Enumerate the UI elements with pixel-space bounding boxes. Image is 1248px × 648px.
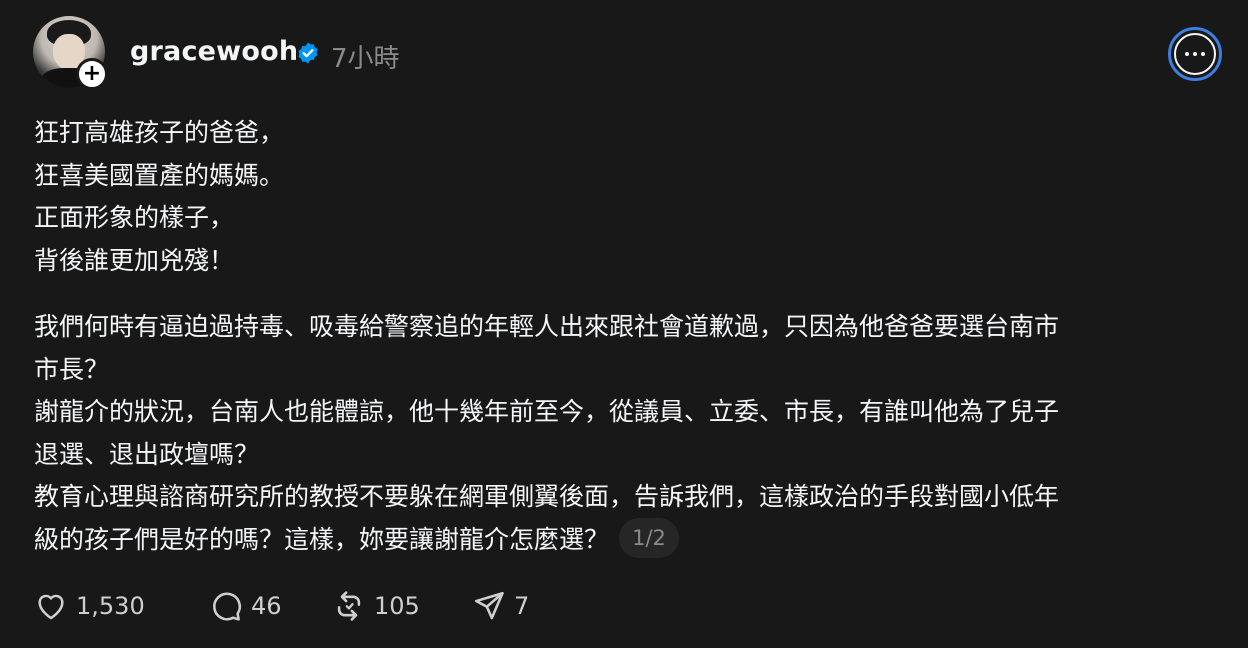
username[interactable]: gracewooh (130, 36, 298, 67)
post-line: 謝龍介的狀況，台南人也能體諒，他十幾年前至今，從議員、立委、市長，有誰叫他為了兒… (34, 397, 1060, 426)
post-line: 狂打高雄孩子的爸爸， (34, 118, 285, 147)
post-line: 教育心理與諮商研究所的教授不要躲在網軍側翼後面，告訴我們，這樣政治的手段對國小低… (34, 482, 1060, 511)
post-line: 級的孩子們是好的嗎？這樣，妳要讓謝龍介怎麼選？ (34, 524, 610, 554)
post-body: 狂打高雄孩子的爸爸， 狂喜美國置產的媽媽。 正面形象的樣子， 背後誰更加兇殘！ … (34, 112, 1224, 561)
share-count: 7 (514, 592, 530, 620)
post-line: 退選、退出政壇嗎？ (34, 439, 260, 469)
heart-icon (38, 594, 64, 620)
post-line: 背後誰更加兇殘！ (34, 245, 235, 275)
repost-count: 105 (374, 592, 420, 620)
repost-icon (337, 591, 361, 621)
post-line-last: 級的孩子們是好的嗎？這樣，妳要讓謝龍介怎麼選？ 1/2 (34, 517, 1224, 562)
comment-icon (213, 592, 241, 621)
follow-button[interactable]: + (76, 58, 108, 90)
post-paragraph: 狂打高雄孩子的爸爸， 狂喜美國置產的媽媽。 正面形象的樣子， 背後誰更加兇殘！ (34, 112, 1224, 282)
share-button[interactable]: 7 (472, 589, 529, 623)
more-options-button[interactable] (1168, 27, 1222, 81)
post-line: 市長？ (34, 354, 110, 384)
verified-badge-icon (298, 42, 318, 64)
page-indicator[interactable]: 1/2 (619, 517, 680, 558)
like-count: 1,530 (76, 592, 145, 620)
thread-post: + gracewooh 7小時 狂打高雄孩子的爸爸， 狂喜美國置產的媽媽。 正面… (0, 0, 1248, 648)
post-line: 狂喜美國置產的媽媽。 (34, 160, 285, 190)
post-paragraph: 我們何時有逼迫過持毒、吸毒給警察追的年輕人出來跟社會道歉過，只因為他爸爸要選台南… (34, 306, 1224, 561)
like-button[interactable]: 1,530 (34, 589, 209, 623)
post-line: 我們何時有逼迫過持毒、吸毒給警察追的年輕人出來跟社會道歉過，只因為他爸爸要選台南… (34, 312, 1060, 341)
repost-button[interactable]: 105 (332, 589, 472, 623)
reply-button[interactable]: 46 (209, 589, 332, 623)
action-bar: 1,530 46 105 7 (34, 586, 529, 626)
more-options-icon (1174, 33, 1216, 75)
post-line: 正面形象的樣子， (34, 203, 235, 232)
post-timestamp[interactable]: 7小時 (331, 38, 400, 75)
reply-count: 46 (251, 592, 282, 620)
send-icon (474, 591, 504, 620)
